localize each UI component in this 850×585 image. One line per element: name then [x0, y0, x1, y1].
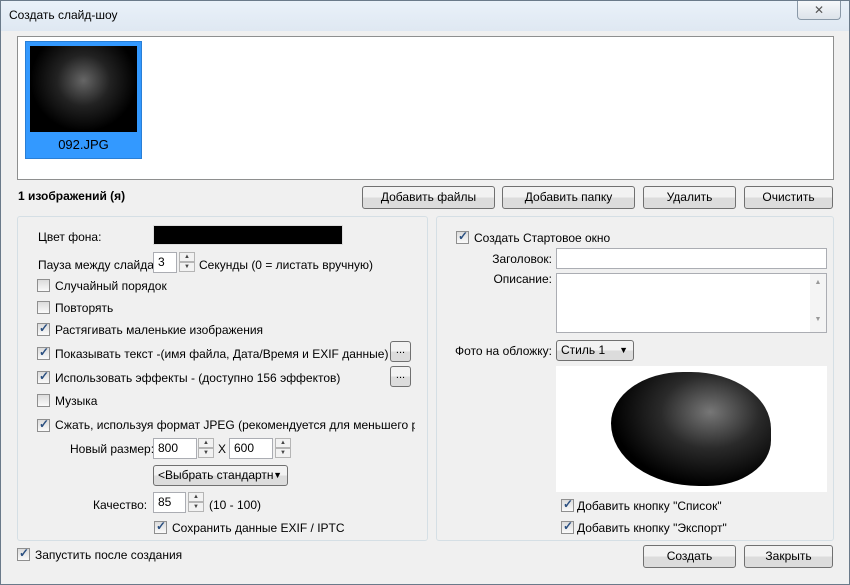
repeat-label: Повторять: [55, 301, 114, 315]
size-separator: X: [218, 442, 227, 456]
show-text-label: Показывать текст -(имя файла, Дата/Время…: [55, 347, 389, 361]
music-label: Музыка: [55, 394, 98, 408]
bg-color-label: Цвет фона:: [38, 230, 102, 244]
keep-exif-label: Сохранить данные EXIF / IPTC: [172, 521, 345, 535]
add-list-button-label: Добавить кнопку "Список": [577, 499, 722, 513]
title-bar: Создать слайд-шоу ✕: [1, 1, 849, 31]
slideshow-dialog: Создать слайд-шоу ✕ 092.JPG 1 изображени…: [0, 0, 850, 585]
quality-range: (10 - 100): [209, 498, 262, 512]
image-count: 1 изображений (я): [18, 189, 126, 203]
window-title: Создать слайд-шоу: [9, 8, 118, 22]
new-size-label: Новый размер:: [70, 442, 155, 456]
show-text-checkbox[interactable]: [37, 345, 50, 360]
delete-button[interactable]: Удалить: [643, 186, 736, 209]
pause-input[interactable]: 3: [153, 252, 177, 273]
chevron-down-icon: ▼: [273, 470, 282, 480]
add-folder-button[interactable]: Добавить папку: [502, 186, 635, 209]
thumbnail-filename: 092.JPG: [58, 137, 109, 152]
random-order-label: Случайный порядок: [55, 279, 167, 293]
pause-hint: Секунды (0 = листать вручную): [199, 258, 374, 272]
description-label: Описание:: [493, 272, 552, 286]
quality-input[interactable]: 85: [153, 492, 186, 513]
show-text-settings-button[interactable]: ...: [390, 341, 411, 362]
run-after-label: Запустить после создания: [35, 548, 183, 562]
height-input[interactable]: 600: [229, 438, 273, 459]
create-button[interactable]: Создать: [643, 545, 736, 568]
cover-preview-image: [611, 372, 771, 486]
bg-color-swatch[interactable]: [153, 225, 343, 245]
close-icon[interactable]: ✕: [797, 1, 841, 20]
thumbnail-image: [30, 46, 137, 132]
clear-button[interactable]: Очистить: [744, 186, 833, 209]
repeat-checkbox[interactable]: [37, 301, 50, 314]
description-scrollbar[interactable]: ▲ ▼: [810, 274, 826, 332]
run-after-checkbox[interactable]: [17, 546, 30, 561]
width-input[interactable]: 800: [153, 438, 197, 459]
quality-spinner[interactable]: ▲ ▼: [188, 492, 204, 513]
add-files-button[interactable]: Добавить файлы: [362, 186, 495, 209]
close-button[interactable]: Закрыть: [744, 545, 833, 568]
add-export-button-label: Добавить кнопку "Экспорт": [577, 521, 727, 535]
stretch-checkbox[interactable]: [37, 321, 50, 336]
pause-spinner[interactable]: ▲ ▼: [179, 252, 195, 273]
stretch-label: Растягивать маленькие изображения: [55, 323, 264, 337]
effects-checkbox[interactable]: [37, 369, 50, 384]
add-export-button-checkbox[interactable]: [561, 519, 574, 534]
width-spinner[interactable]: ▲ ▼: [198, 438, 214, 459]
cover-photo-label: Фото на обложку:: [455, 344, 552, 358]
add-list-button-checkbox[interactable]: [561, 497, 574, 512]
preset-size-value: <Выбрать стандартн: [158, 468, 274, 482]
cover-preview: [556, 366, 827, 492]
preset-size-select[interactable]: <Выбрать стандартн ▼: [153, 465, 288, 486]
compress-jpeg-checkbox[interactable]: [37, 417, 50, 432]
effects-settings-button[interactable]: ...: [390, 366, 411, 387]
compress-jpeg-label: Сжать, используя формат JPEG (рекомендуе…: [55, 418, 415, 432]
title-label: Заголовок:: [492, 252, 552, 266]
music-checkbox[interactable]: [37, 394, 50, 407]
cover-style-select[interactable]: Стиль 1 ▼: [556, 340, 634, 361]
keep-exif-checkbox[interactable]: [154, 519, 167, 534]
title-input[interactable]: [556, 248, 827, 269]
random-order-checkbox[interactable]: [37, 279, 50, 292]
quality-label: Качество:: [93, 498, 148, 512]
create-start-window-label: Создать Стартовое окно: [474, 231, 611, 245]
create-start-window-checkbox[interactable]: [456, 229, 469, 244]
cover-style-value: Стиль 1: [561, 343, 606, 357]
height-spinner[interactable]: ▲ ▼: [275, 438, 291, 459]
chevron-down-icon: ▼: [619, 345, 628, 355]
pause-label: Пауза между слайдам: [38, 258, 163, 272]
description-textarea[interactable]: [556, 273, 827, 333]
thumbnail-item[interactable]: 092.JPG: [25, 41, 142, 159]
effects-label: Использовать эффекты - (доступно 156 эфф…: [55, 371, 341, 385]
